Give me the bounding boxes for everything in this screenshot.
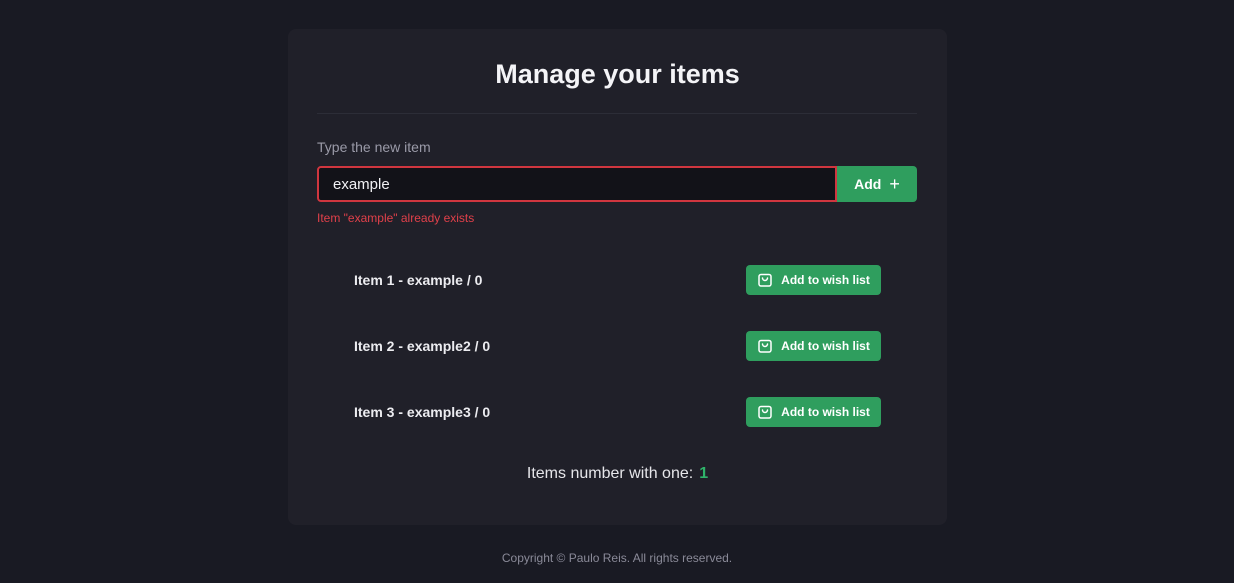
- page-title: Manage your items: [495, 59, 740, 89]
- wish-button-label: Add to wish list: [781, 273, 870, 287]
- wish-button-label: Add to wish list: [781, 405, 870, 419]
- title-divider: [317, 113, 917, 114]
- wish-button-label: Add to wish list: [781, 339, 870, 353]
- new-item-input-wrapper: [317, 166, 837, 202]
- new-item-label: Type the new item: [317, 139, 431, 155]
- list-item: Item 3 - example3 / 0 Add to wish list: [354, 397, 881, 427]
- new-item-input[interactable]: [319, 168, 835, 200]
- counter-label: Items number with one:: [526, 465, 694, 482]
- counter-value: 1: [699, 465, 709, 482]
- item-label: Item 2 - example2 / 0: [354, 338, 491, 354]
- add-to-wish-list-button[interactable]: Add to wish list: [746, 331, 881, 361]
- list-item: Item 2 - example2 / 0 Add to wish list: [354, 331, 881, 361]
- add-to-wish-list-button[interactable]: Add to wish list: [746, 397, 881, 427]
- shopping-bag-icon: [758, 339, 772, 353]
- items-counter: Items number with one: 1: [288, 465, 947, 483]
- error-message: Item "example" already exists: [317, 211, 475, 225]
- list-item: Item 1 - example / 0 Add to wish list: [354, 265, 881, 295]
- shopping-bag-icon: [758, 405, 772, 419]
- manage-items-card: Manage your items Type the new item Add …: [288, 29, 947, 525]
- add-item-button[interactable]: Add +: [837, 166, 917, 202]
- shopping-bag-icon: [758, 273, 772, 287]
- footer-copyright: Copyright © Paulo Reis. All rights reser…: [501, 551, 733, 565]
- item-label: Item 1 - example / 0: [354, 272, 483, 288]
- add-button-label: Add: [854, 176, 882, 192]
- item-label: Item 3 - example3 / 0: [354, 404, 491, 420]
- add-to-wish-list-button[interactable]: Add to wish list: [746, 265, 881, 295]
- plus-icon: +: [889, 174, 900, 194]
